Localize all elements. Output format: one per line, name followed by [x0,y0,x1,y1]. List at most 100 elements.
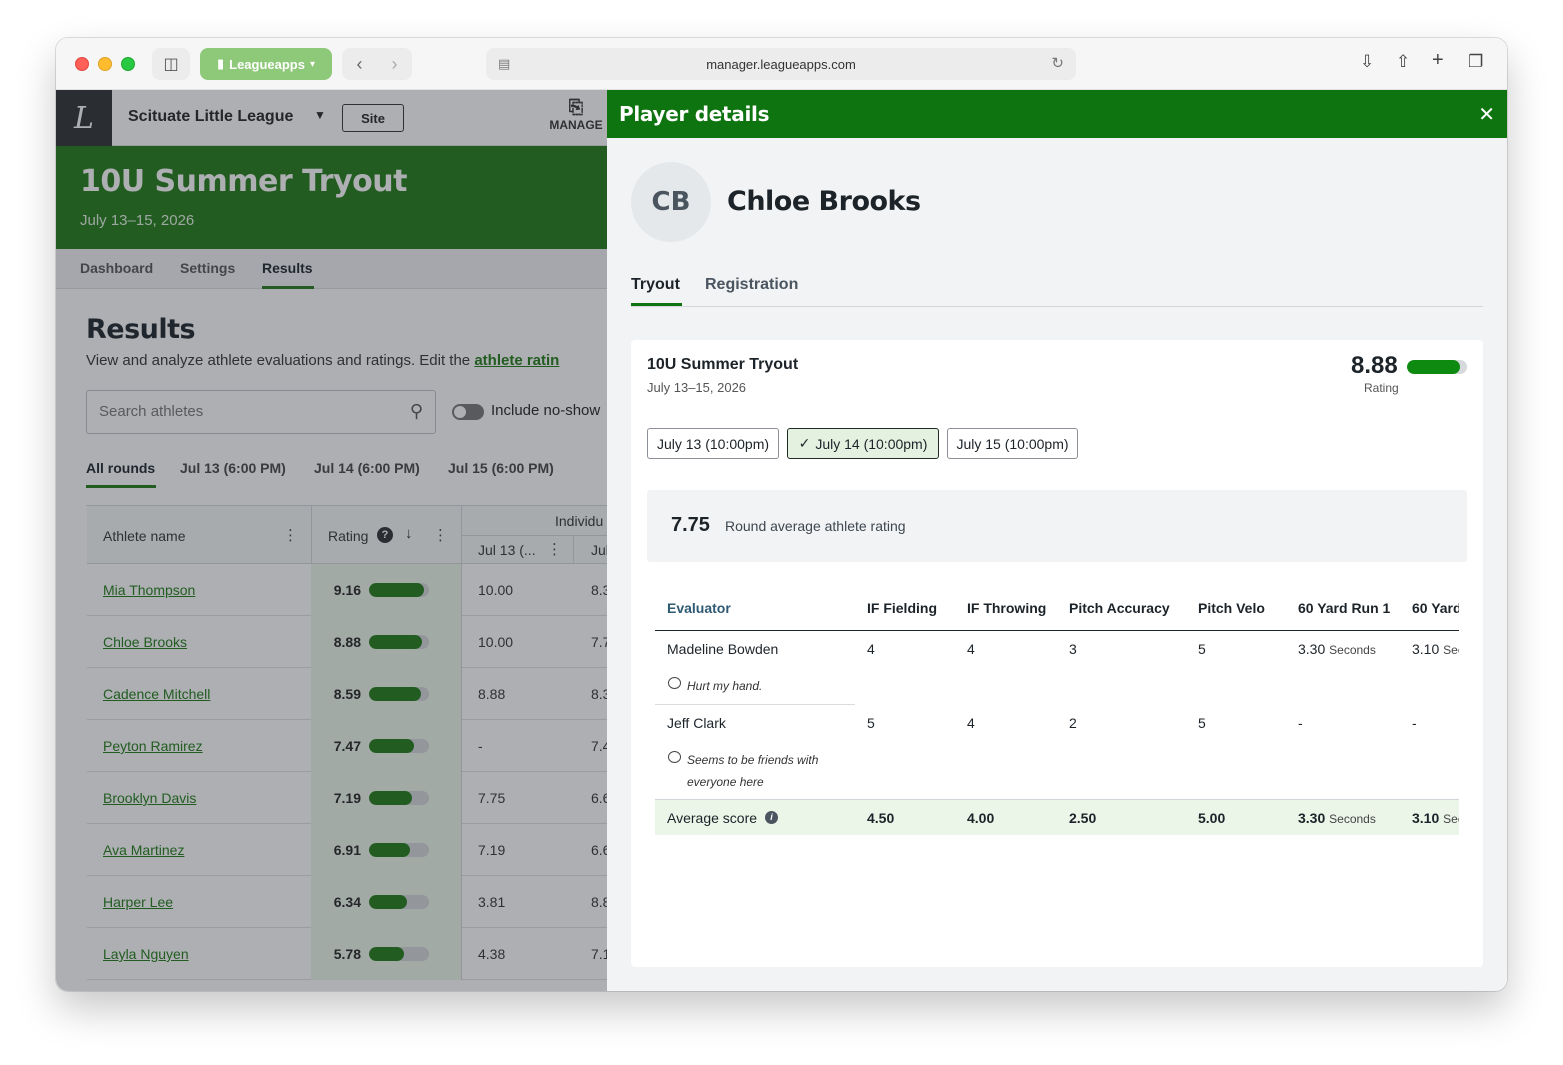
no-show-toggle-label: Include no-show [491,402,601,419]
athlete-name-link[interactable]: Cadence Mitchell [103,686,210,702]
rating-bar-fill [369,843,411,857]
column-divider [461,564,462,616]
org-name[interactable]: Scituate Little League [128,108,293,126]
average-unit: Seconds [1329,812,1376,826]
manage-label: MANAGE [549,118,603,132]
column-header-evaluator[interactable]: Evaluator [667,600,731,616]
tryout-dates: July 13–15, 2026 [647,380,747,395]
column-header-jul13[interactable]: Jul 13 (... [478,542,536,558]
athlete-name-link[interactable]: Ava Martinez [103,842,184,858]
column-header-jul14[interactable]: Jul [591,542,607,558]
manage-nav[interactable]: ⎘ MANAGE [546,96,606,132]
athlete-name-link[interactable]: Peyton Ramirez [103,738,203,754]
athlete-name-link[interactable]: Chloe Brooks [103,634,187,650]
average-value: 3.30 [1298,810,1326,826]
round-score: 4.38 [478,946,506,962]
column-divider [461,824,462,876]
athlete-name-link[interactable]: Brooklyn Davis [103,790,196,806]
table-row: Layla Nguyen 5.78 4.38 7.1 [87,928,607,980]
round-score: 3.81 [478,894,506,910]
sidebar-icon: ◫ [163,56,179,73]
tab-dashboard[interactable]: Dashboard [80,260,153,276]
close-icon[interactable]: ✕ [1478,102,1495,127]
athlete-name-link[interactable]: Layla Nguyen [103,946,189,962]
tab-overview-icon[interactable]: ❐ [1468,52,1483,72]
score-unit: Seconds [1329,643,1376,657]
site-button[interactable]: Site [342,104,404,132]
column-divider [461,772,462,824]
tab-results[interactable]: Results [262,260,313,276]
tab-registration[interactable]: Registration [705,276,798,294]
leagueapps-logo[interactable]: L [56,90,112,146]
round-button-jul15[interactable]: July 15 (10:00pm) [947,428,1078,459]
round-score: 6.6 [591,790,607,806]
more-options-icon[interactable]: ⋮ [433,526,448,544]
score-cell: - [1298,715,1303,731]
round-button-label: July 14 (10:00pm) [815,435,928,452]
score-cell: 3.30 Seconds [1298,641,1376,657]
athlete-name-link[interactable]: Mia Thompson [103,582,195,598]
org-dropdown-icon[interactable]: ▼ [314,108,326,122]
reload-icon[interactable]: ↻ [1051,54,1064,72]
round-tab-jul13[interactable]: Jul 13 (6:00 PM) [180,460,286,476]
new-tab-icon[interactable]: + [1432,49,1444,72]
sort-down-icon[interactable]: ↓ [405,525,413,542]
athlete-rating: 7.47 [333,738,361,754]
round-button-label: July 13 (10:00pm) [656,435,770,452]
share-icon[interactable]: ⇧ [1396,52,1410,72]
back-button[interactable]: ‹ [357,54,363,75]
column-header-rating[interactable]: Rating [328,528,368,544]
zoom-window-button[interactable] [121,57,135,71]
round-score: 7.7 [591,634,607,650]
round-score: 8.3 [591,582,607,598]
tab-settings[interactable]: Settings [180,260,235,276]
round-score: 7.75 [478,790,506,806]
score-cell: 5 [867,715,875,731]
search-icon[interactable]: ⚲ [410,401,423,422]
rating-bar [369,947,429,961]
average-cell: 4.50 [867,810,895,826]
tab-group-button[interactable]: ▮ Leagueapps ▾ [200,48,332,80]
tab-tryout[interactable]: Tryout [631,276,680,294]
round-score: - [478,738,483,754]
avatar: CB [631,162,711,242]
address-bar[interactable]: ▤ manager.leagueapps.com ↻ [486,48,1076,80]
no-show-toggle[interactable] [452,404,484,420]
help-icon[interactable]: ? [377,527,393,543]
download-icon[interactable]: ⇩ [1360,52,1374,72]
round-score: 10.00 [478,634,514,650]
player-rating-bar [1407,360,1467,374]
more-options-icon[interactable]: ⋮ [283,526,298,544]
forward-button[interactable]: › [392,54,398,75]
column-divider [461,928,462,980]
more-options-icon[interactable]: ⋮ [547,540,562,558]
round-tab-all[interactable]: All rounds [86,460,155,476]
close-window-button[interactable] [75,57,89,71]
minimize-window-button[interactable] [98,57,112,71]
average-cell: 5.00 [1198,810,1226,826]
round-tab-jul15[interactable]: Jul 15 (6:00 PM) [448,460,554,476]
search-box: ⚲ [86,390,436,434]
rating-bar [369,739,429,753]
player-rating-value: 8.88 [1351,352,1398,379]
round-average-box: 7.75 Round average athlete rating [647,490,1467,562]
page-settings-icon[interactable]: ▤ [498,56,510,72]
round-tab-jul14[interactable]: Jul 14 (6:00 PM) [314,460,420,476]
description-text: View and analyze athlete evaluations and… [86,352,471,369]
athlete-name-link[interactable]: Harper Lee [103,894,173,910]
column-header-athlete[interactable]: Athlete name [103,528,186,544]
column-header-if-fielding: IF Fielding [867,600,937,616]
score-cell: 4 [967,641,975,657]
column-header-pitch-accuracy: Pitch Accuracy [1069,600,1170,616]
info-icon[interactable]: i [765,811,778,824]
round-button-jul14[interactable]: ✓ July 14 (10:00pm) [787,428,939,459]
table-row: Mia Thompson 9.16 10.00 8.3 [87,564,607,616]
results-description: View and analyze athlete evaluations and… [86,352,559,369]
athlete-ratings-link[interactable]: athlete ratin [474,352,559,369]
search-input[interactable] [99,403,389,420]
round-button-jul13[interactable]: July 13 (10:00pm) [647,428,779,459]
score-cell: - [1412,715,1417,731]
sidebar-toggle-button[interactable]: ◫ [152,48,190,80]
average-cell: 3.30 Seconds [1298,810,1376,826]
round-button-label: July 15 (10:00pm) [956,435,1069,452]
